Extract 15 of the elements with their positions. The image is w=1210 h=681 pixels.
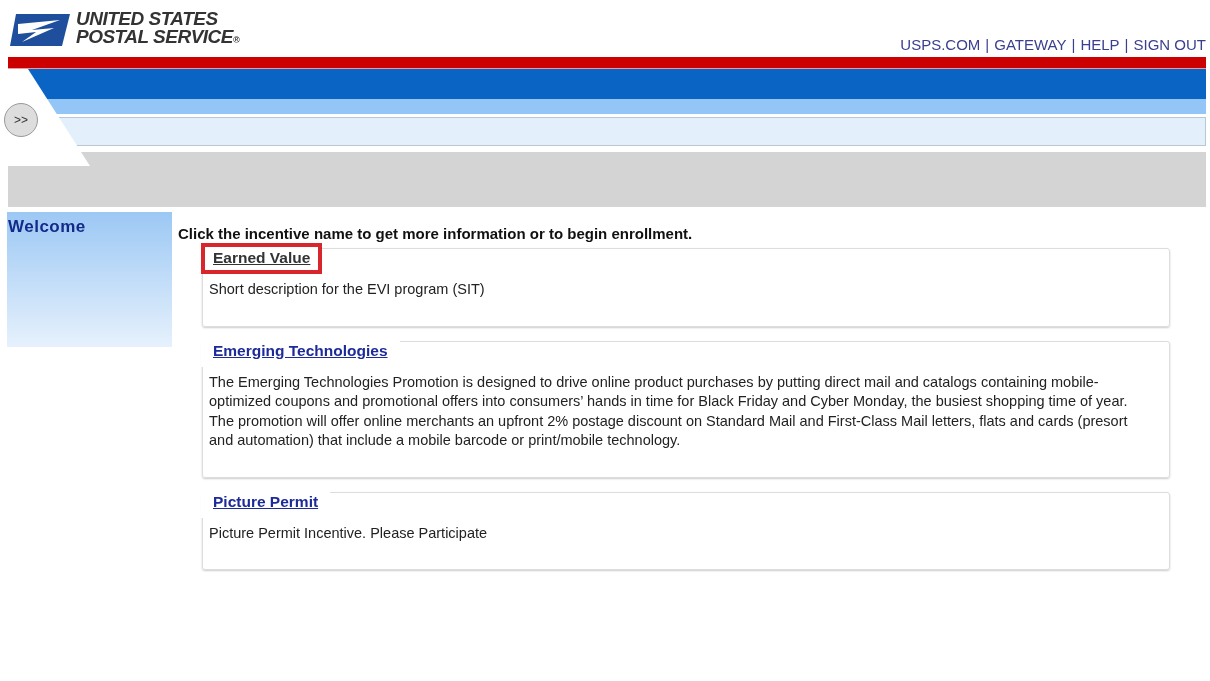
instruction-text: Click the incentive name to get more information or to begin enrollment. [178,225,694,242]
nav-link[interactable]: GATEWAY [994,36,1067,53]
link-separator: | [1071,36,1076,53]
incentive-description: The Emerging Technologies Promotion is designed to drive online product purchases by putting direct mail and catalogs containing mobile-optimized coupons and promotional offers into consumers’ hands in time for Black Friday and Cyber Monday, the busiest shopping time of year. The promotion will offer online merchants an upfront 2% postage discount on Standard Mail and First-Class Mail letters, flats and cards (presort and automation) that include a mobile barcode or print/mobile technology. [209,372,1129,450]
nav-link[interactable]: HELP [1080,36,1120,53]
incentive-description: Short description for the EVI program (SIT) [209,280,486,299]
sidebar-title: Welcome [7,216,86,237]
logo-text: POSTAL SERVICE® [76,28,240,49]
nav-link[interactable]: SIGN OUT [1133,36,1206,53]
incentive-description: Picture Permit Incentive. Please Participate [209,523,489,543]
nav-link[interactable]: USPS.COM [900,36,981,53]
link-separator: | [1124,36,1129,53]
incentive-link[interactable]: Earned Value [201,243,323,274]
logo-text: UNITED STATES [76,10,219,28]
link-separator: | [985,36,990,53]
